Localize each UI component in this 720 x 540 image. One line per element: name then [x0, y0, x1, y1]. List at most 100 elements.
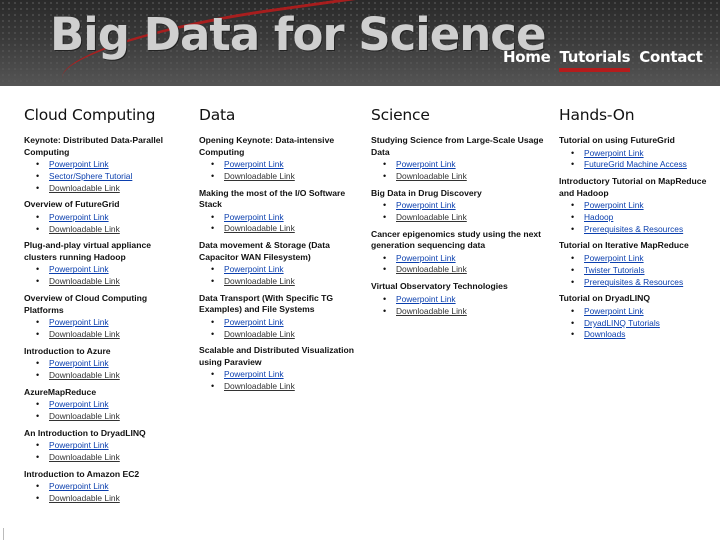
section-title: Data Transport (With Specific TG Example… [199, 292, 334, 315]
powerpoint-link-link[interactable]: Powerpoint Link [224, 159, 284, 169]
link-list-item: Downloadable Link [371, 306, 551, 318]
powerpoint-link-link[interactable]: Powerpoint Link [584, 306, 644, 316]
powerpoint-link-link[interactable]: Powerpoint Link [49, 358, 109, 368]
section-title: Big Data in Drug Discovery [371, 187, 482, 198]
link-list-item: Sector/Sphere Tutorial [24, 171, 186, 183]
section-title: Tutorial on Iterative MapReduce [559, 240, 689, 251]
link-list: Powerpoint Link Downloadable Link [24, 481, 186, 505]
downloadable-link-link[interactable]: Downloadable Link [49, 452, 120, 462]
tutorial-section: Scalable and Distributed Visualization u… [199, 345, 361, 393]
nav-home[interactable]: Home [503, 48, 551, 66]
link-list-item: Powerpoint Link [371, 253, 551, 265]
powerpoint-link-link[interactable]: Powerpoint Link [49, 317, 109, 327]
link-list: Powerpoint Link Downloadable Link [371, 159, 551, 183]
link-list: Powerpoint Link Downloadable Link [24, 212, 186, 236]
powerpoint-link-link[interactable]: Powerpoint Link [396, 253, 456, 263]
powerpoint-link-link[interactable]: Powerpoint Link [224, 264, 284, 274]
downloadable-link-link[interactable]: Downloadable Link [396, 171, 467, 181]
downloadable-link-link[interactable]: Downloadable Link [49, 183, 120, 193]
powerpoint-link-link[interactable]: Powerpoint Link [396, 294, 456, 304]
link-list: Powerpoint Link Hadoop Prerequisites & Res… [559, 200, 709, 235]
powerpoint-link-link[interactable]: Powerpoint Link [584, 253, 644, 263]
downloadable-link-link[interactable]: Downloadable Link [49, 329, 120, 339]
tutorial-section: AzureMapReduce Powerpoint Link Downloadabl… [24, 387, 186, 423]
link-list-item: Downloadable Link [24, 276, 186, 288]
link-list: Powerpoint Link Downloadable Link [371, 200, 551, 224]
downloadable-link-link[interactable]: Downloadable Link [224, 171, 295, 181]
powerpoint-link-link[interactable]: Powerpoint Link [396, 200, 456, 210]
downloadable-link-link[interactable]: Downloadable Link [224, 381, 295, 391]
sector-sphere-tutorial-link[interactable]: Sector/Sphere Tutorial [49, 171, 132, 181]
powerpoint-link-link[interactable]: Powerpoint Link [49, 159, 109, 169]
powerpoint-link-link[interactable]: Powerpoint Link [396, 159, 456, 169]
powerpoint-link-link[interactable]: Powerpoint Link [49, 212, 109, 222]
futuregrid-machine-access-link[interactable]: FutureGrid Machine Access [584, 159, 687, 169]
column-cloud-computing: Cloud Computing Keynote: Distributed Data… [24, 106, 186, 510]
twister-tutorials-link[interactable]: Twister Tutorials [584, 265, 645, 275]
powerpoint-link-link[interactable]: Powerpoint Link [49, 399, 109, 409]
link-list-item: Downloadable Link [24, 411, 186, 423]
tutorial-section: Overview of Cloud Computing Platforms Pow… [24, 293, 186, 341]
link-list-item: Powerpoint Link [559, 200, 709, 212]
powerpoint-link-link[interactable]: Powerpoint Link [224, 212, 284, 222]
powerpoint-link-link[interactable]: Powerpoint Link [224, 369, 284, 379]
link-list-item: Powerpoint Link [199, 264, 361, 276]
section-title: Virtual Observatory Technologies [371, 281, 508, 292]
tutorial-section: Introduction to Amazon EC2 Powerpoint Lin… [24, 469, 186, 505]
left-edge-line [3, 528, 4, 540]
link-list-item: FutureGrid Machine Access [559, 159, 709, 171]
powerpoint-link-link[interactable]: Powerpoint Link [49, 481, 109, 491]
tutorial-section: An Introduction to DryadLINQ Powerpoint L… [24, 428, 186, 464]
powerpoint-link-link[interactable]: Powerpoint Link [584, 148, 644, 158]
tutorial-section: Data Transport (With Specific TG Example… [199, 293, 361, 341]
link-list-item: Powerpoint Link [559, 253, 709, 265]
section-title: Plug-and-play virtual appliance clusters… [24, 240, 152, 262]
downloadable-link-link[interactable]: Downloadable Link [396, 264, 467, 274]
hadoop-link[interactable]: Hadoop [584, 212, 613, 222]
downloadable-link-link[interactable]: Downloadable Link [49, 370, 120, 380]
downloads-link[interactable]: Downloads [584, 329, 625, 339]
section-title: Introduction to Amazon EC2 [24, 468, 140, 479]
tutorial-section: Overview of FutureGrid Powerpoint Link Dow… [24, 199, 186, 235]
downloadable-link-link[interactable]: Downloadable Link [49, 493, 120, 503]
downloadable-link-link[interactable]: Downloadable Link [396, 212, 467, 222]
section-title: Scalable and Distributed Visualization u… [199, 345, 355, 367]
nav-tutorials[interactable]: Tutorials [559, 48, 631, 72]
downloadable-link-link[interactable]: Downloadable Link [224, 276, 295, 286]
link-list-item: Downloadable Link [24, 224, 186, 236]
downloadable-link-link[interactable]: Downloadable Link [224, 223, 295, 233]
section-title: Making the most of the I/O Software Stac… [199, 187, 346, 210]
downloadable-link-link[interactable]: Downloadable Link [49, 276, 120, 286]
link-list-item: Downloadable Link [371, 212, 551, 224]
section-title: Overview of FutureGrid [24, 199, 120, 210]
dryadlinq-tutorials-link[interactable]: DryadLINQ Tutorials [584, 318, 660, 328]
link-list-item: Powerpoint Link [24, 264, 186, 276]
link-list-item: Powerpoint Link [199, 212, 361, 224]
section-title: Tutorial on DryadLINQ [559, 293, 651, 304]
powerpoint-link-link[interactable]: Powerpoint Link [224, 317, 284, 327]
tutorial-section: Studying Science from Large-Scale Usage … [371, 135, 551, 183]
tutorial-section: Virtual Observatory Technologies Powerpoi… [371, 281, 551, 317]
prerequisites-resources-link[interactable]: Prerequisites & Resources [584, 277, 683, 287]
tutorial-section: Introduction to Azure Powerpoint Link Down… [24, 346, 186, 382]
link-list-item: Downloadable Link [199, 381, 361, 393]
downloadable-link-link[interactable]: Downloadable Link [224, 329, 295, 339]
prerequisites-resources-link[interactable]: Prerequisites & Resources [584, 224, 683, 234]
section-title: Overview of Cloud Computing Platforms [24, 293, 148, 315]
link-list-item: Powerpoint Link [24, 317, 186, 329]
tutorial-section: Making the most of the I/O Software Stac… [199, 188, 361, 236]
powerpoint-link-link[interactable]: Powerpoint Link [49, 440, 109, 450]
link-list-item: Powerpoint Link [24, 212, 186, 224]
downloadable-link-link[interactable]: Downloadable Link [49, 224, 120, 234]
link-list: Powerpoint Link Downloadable Link [199, 159, 361, 183]
column-title: Hands-On [559, 106, 635, 124]
link-list-item: Powerpoint Link [371, 200, 551, 212]
downloadable-link-link[interactable]: Downloadable Link [396, 306, 467, 316]
nav-contact[interactable]: Contact [639, 48, 703, 66]
powerpoint-link-link[interactable]: Powerpoint Link [49, 264, 109, 274]
powerpoint-link-link[interactable]: Powerpoint Link [584, 200, 644, 210]
tutorial-section: Tutorial on DryadLINQ Powerpoint Link Drya… [559, 293, 709, 341]
downloadable-link-link[interactable]: Downloadable Link [49, 411, 120, 421]
link-list: Powerpoint Link Twister Tutorials Prerequi… [559, 253, 709, 288]
link-list: Powerpoint LinkFutureGrid Machine Access [559, 148, 709, 172]
